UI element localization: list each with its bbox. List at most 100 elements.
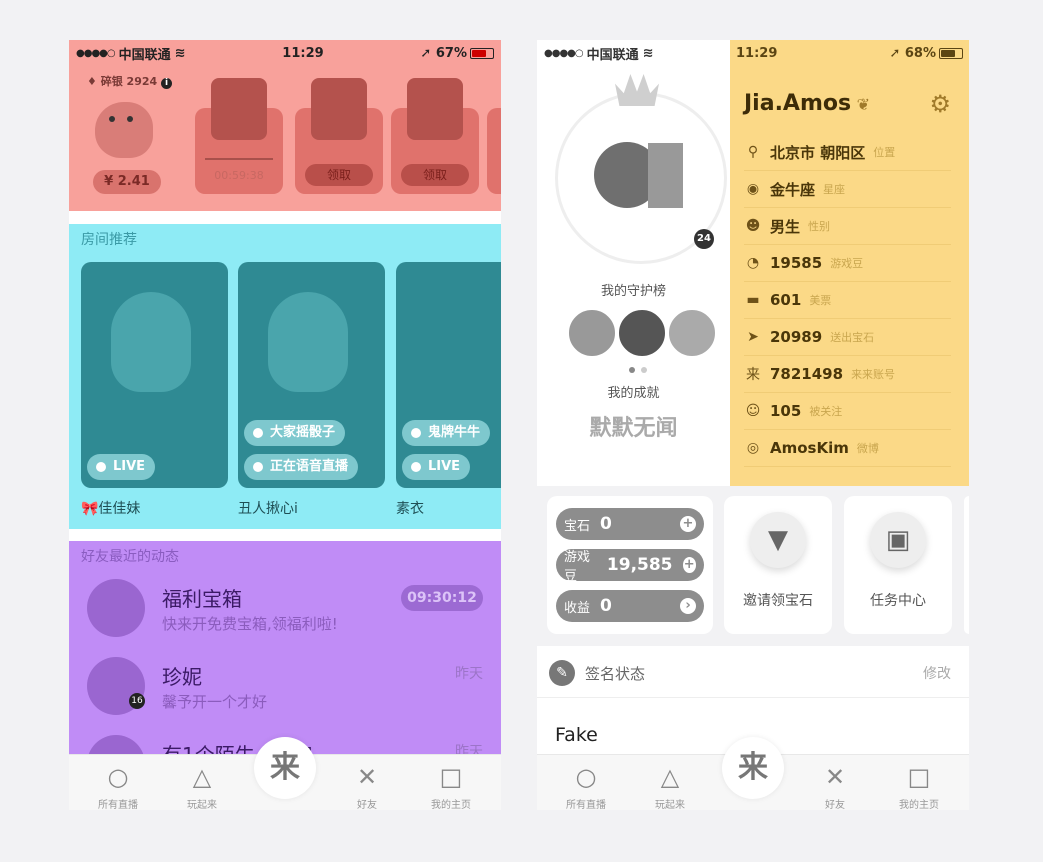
- live-tag: LIVE: [87, 454, 156, 480]
- profile-key: 来来账号: [851, 368, 896, 381]
- profile-row: ◎ AmosKim 微博: [744, 430, 951, 467]
- room-photo: [111, 292, 191, 392]
- room-name[interactable]: 丑人揪心i: [238, 498, 298, 518]
- wallet-row-gems[interactable]: 宝石 0 +: [556, 508, 704, 540]
- tab-friends[interactable]: ✕ 好友: [324, 755, 410, 810]
- status-bar: ●●●●○ 中国联通 ≋: [537, 40, 730, 66]
- plus-icon[interactable]: +: [682, 557, 696, 573]
- room-card[interactable]: 大家摇骰子 正在语音直播: [238, 262, 385, 488]
- gear-icon[interactable]: ⚙: [929, 90, 951, 118]
- room-card[interactable]: LIVE: [81, 262, 228, 488]
- chevron-right-icon[interactable]: ›: [680, 598, 696, 614]
- tab-play[interactable]: △ 玩起来: [627, 755, 713, 810]
- tab-play[interactable]: △ 玩起来: [159, 755, 245, 810]
- left-phone-screen: ●●●●○ 中国联通 ≋ 11:29 ➚ 67% ♦ 碎银 2924 i ¥ 2.4…: [69, 40, 501, 810]
- carrier-label: 中国联通: [586, 47, 639, 63]
- profile-row: ▬ 601 美票: [744, 282, 951, 319]
- treasure-box[interactable]: 领取: [391, 78, 479, 194]
- lai-icon: 来: [738, 750, 768, 785]
- treasure-box-timer[interactable]: 00:59:38: [195, 78, 283, 194]
- tab-my-home[interactable]: □ 我的主页: [876, 755, 962, 810]
- weibo-icon: ◎: [746, 440, 760, 456]
- circle-icon: ○: [107, 763, 129, 791]
- level-badge: 16: [129, 693, 145, 709]
- gem-icon: ▼: [750, 512, 806, 568]
- edit-signature-button[interactable]: 修改: [923, 663, 951, 683]
- treasure-section: ●●●●○ 中国联通 ≋ 11:29 ➚ 67% ♦ 碎银 2924 i ¥ 2.4…: [69, 40, 501, 211]
- crystal-chest-icon: [211, 78, 267, 140]
- ticket-icon: ▬: [746, 292, 760, 308]
- profile-value: 20989: [770, 328, 823, 346]
- cake-chest-icon: [311, 78, 367, 140]
- achievement-value: 默默无闻: [589, 416, 678, 441]
- tab-my-home[interactable]: □ 我的主页: [408, 755, 494, 810]
- feather-icon: ❦: [851, 95, 871, 114]
- tab-friends[interactable]: ✕ 好友: [792, 755, 878, 810]
- claim-button[interactable]: 领取: [305, 164, 373, 186]
- guard-avatar[interactable]: [567, 308, 617, 358]
- level-badge: 24: [694, 229, 714, 249]
- profile-row: ◉ 金牛座 星座: [744, 171, 951, 208]
- room-name[interactable]: 🎀佳佳妹: [81, 498, 140, 518]
- tab-all-live[interactable]: ○ 所有直播: [75, 755, 161, 810]
- signature-title: 签名状态: [585, 665, 646, 683]
- triangle-icon: △: [660, 763, 680, 791]
- friend-activity: 好友最近的动态 福利宝箱 快来开免费宝箱,领福利啦! 09:30:12 16 珍…: [69, 541, 501, 793]
- item-subtitle: 快来开免费宝箱,领福利啦!: [162, 615, 338, 633]
- location-arrow-icon: ➚: [420, 45, 432, 61]
- square-icon: □: [907, 763, 931, 791]
- triangle-icon: △: [192, 763, 212, 791]
- list-item[interactable]: 福利宝箱 快来开免费宝箱,领福利啦! 09:30:12: [69, 571, 501, 649]
- fans-icon: ☺: [745, 403, 761, 419]
- person-icon: ☻: [745, 218, 761, 234]
- tab-all-live[interactable]: ○ 所有直播: [543, 755, 629, 810]
- info-icon[interactable]: i: [161, 78, 173, 89]
- item-time: 昨天: [455, 666, 483, 682]
- profile-key: 送出宝石: [830, 331, 875, 344]
- avatar-logo-shape: [648, 143, 683, 208]
- profile-row: ☺ 105 被关注: [744, 393, 951, 430]
- wallet-row-income[interactable]: 收益 0 ›: [556, 590, 704, 622]
- battery-percent: 67%: [435, 45, 467, 61]
- piggy-bank-icon[interactable]: [95, 102, 153, 158]
- signal-icon: ●●●●○: [544, 47, 584, 59]
- recommended-rooms: 房间推荐 LIVE 🎀佳佳妹 大家摇骰子 正在语音直播 丑人揪心i 鬼牌牛牛 L…: [69, 224, 501, 529]
- room-photo: [268, 292, 348, 392]
- guard-avatar[interactable]: [667, 308, 717, 358]
- plus-icon[interactable]: +: [680, 516, 696, 532]
- tab-lai[interactable]: 来: [254, 737, 316, 799]
- room-name[interactable]: 素衣: [396, 498, 424, 518]
- guard-rank-title: 我的守护榜: [600, 284, 666, 299]
- profile-value: 19585: [770, 254, 823, 272]
- task-center-tile[interactable]: ▣ 任务中心: [844, 496, 952, 634]
- lai-icon: 来: [270, 750, 300, 785]
- section-title: 好友最近的动态: [81, 549, 179, 565]
- treasure-box-partial[interactable]: [487, 108, 501, 194]
- profile-row: ➤ 20989 送出宝石: [744, 319, 951, 356]
- profile-key: 位置: [873, 146, 896, 159]
- item-subtitle: 馨予开一个才好: [162, 693, 268, 711]
- cross-icon: ✕: [824, 763, 846, 791]
- section-title: 房间推荐: [81, 232, 137, 248]
- room-card[interactable]: 鬼牌牛牛 LIVE: [396, 262, 501, 488]
- guard-avatar[interactable]: [617, 308, 667, 358]
- location-icon: ⚲: [747, 144, 759, 160]
- claim-button[interactable]: 领取: [401, 164, 469, 186]
- pie-icon: ◔: [746, 255, 760, 271]
- box-timer: 00:59:38: [214, 169, 264, 182]
- wallet-row-game-beans[interactable]: 游戏豆 19,585 +: [556, 549, 704, 584]
- profile-key: 性别: [808, 220, 831, 233]
- piggy-price[interactable]: ¥ 2.41: [93, 170, 161, 194]
- profile-row: ⚲ 北京市 朝阳区 位置: [744, 134, 951, 171]
- coin-icon: ♦: [87, 75, 97, 88]
- profile-value: 7821498: [770, 365, 844, 383]
- status-bar: ●●●●○ 中国联通 ≋ 11:29 ➚ 67%: [69, 40, 501, 66]
- wallet-card: 宝石 0 + 游戏豆 19,585 + 收益 0 ›: [547, 496, 713, 634]
- tile-partial[interactable]: [964, 496, 969, 634]
- battery-percent: 68%: [904, 45, 936, 61]
- treasure-box[interactable]: 领取: [295, 78, 383, 194]
- tab-lai[interactable]: 来: [722, 737, 784, 799]
- list-item[interactable]: 16 珍妮 馨予开一个才好 昨天: [69, 649, 501, 727]
- profile-key: 美票: [809, 294, 832, 307]
- invite-gems-tile[interactable]: ▼ 邀请领宝石: [724, 496, 832, 634]
